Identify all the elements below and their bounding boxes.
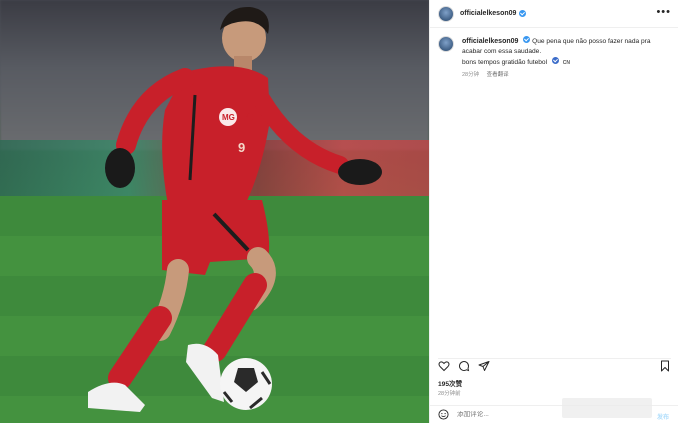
bookmark-icon[interactable] (659, 360, 671, 372)
action-bar (438, 358, 671, 372)
verified-icon (519, 10, 527, 17)
caption: officialelkeson09 Que pena que não posso… (438, 36, 673, 80)
post-header: officialelkeson09 ••• (430, 0, 678, 28)
flag-label: CN (562, 60, 570, 66)
caption-text-1: Que pena que não posso fazer nada pra (532, 38, 651, 45)
caption-text-2: acabar com essa saudade. (462, 48, 542, 55)
caption-meta: 28分钟 查看翻译 (462, 70, 651, 80)
header-username[interactable]: officialelkeson09 (460, 10, 516, 17)
avatar[interactable] (438, 5, 454, 22)
watermark-overlay (562, 398, 652, 418)
post-sidebar: officialelkeson09 ••• officialelkeson09 … (429, 0, 678, 423)
comment-icon[interactable] (458, 360, 470, 372)
translate-link[interactable]: 查看翻译 (487, 72, 509, 78)
flag-icon (551, 57, 559, 64)
caption-body: officialelkeson09 Que pena que não posso… (462, 36, 651, 80)
post-timestamp: 28分钟前 (438, 391, 461, 397)
more-options-icon[interactable]: ••• (656, 7, 671, 18)
caption-username[interactable]: officialelkeson09 (462, 38, 518, 45)
heart-icon[interactable] (438, 360, 450, 372)
likes-count[interactable]: 195次赞 (438, 378, 462, 388)
footballer-figure: MG 上汽 9 (88, 6, 382, 412)
post-time: 28分钟 (462, 72, 480, 78)
sponsor-text: MG 上汽 (222, 112, 253, 122)
share-icon[interactable] (478, 360, 490, 372)
post-image[interactable]: MG 上汽 9 (0, 0, 429, 423)
emoji-icon[interactable] (438, 409, 449, 420)
jersey-number: 9 (238, 140, 245, 155)
caption-text-3: bons tempos gratidão futebol (462, 59, 548, 66)
verified-icon (523, 36, 531, 43)
avatar[interactable] (438, 36, 454, 52)
post-comment-button[interactable]: 发布 (657, 412, 669, 421)
